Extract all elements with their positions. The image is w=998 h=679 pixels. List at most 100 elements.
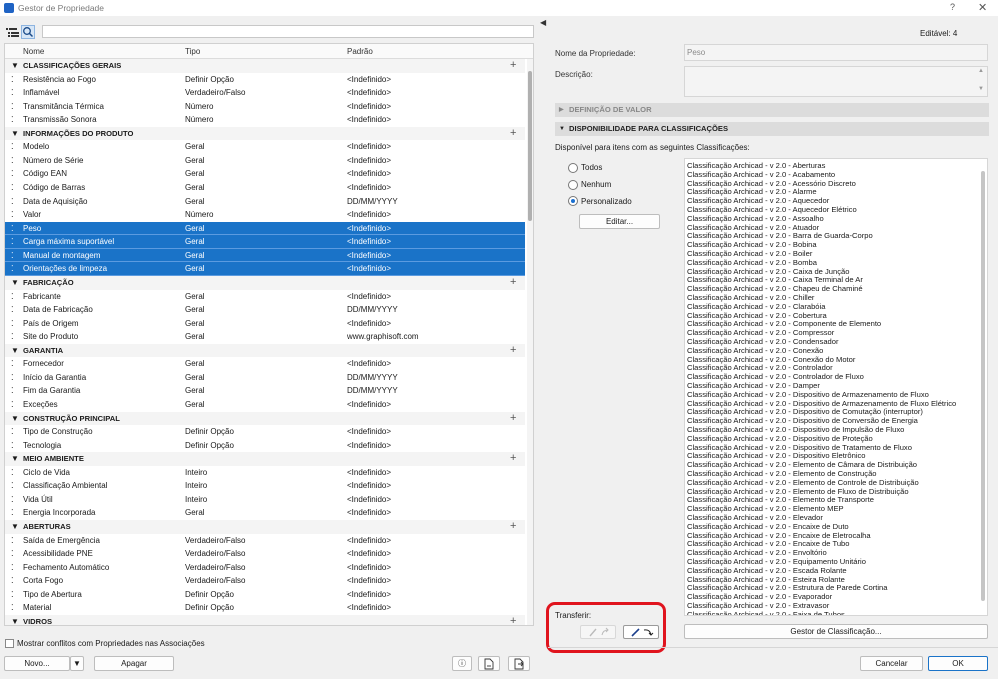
table-row[interactable]: ⁚ Início da Garantia Geral DD/MM/YYYY	[5, 371, 525, 385]
table-row[interactable]: ⁚ Tipo de Abertura Definir Opção <Indefinid…	[5, 588, 525, 602]
drag-handle-icon[interactable]: ⁚	[11, 371, 17, 385]
radio-none[interactable]	[568, 180, 578, 190]
table-row[interactable]: ⁚ Corta Fogo Verdadeiro/Falso <Indefinido>	[5, 574, 525, 588]
drag-handle-icon[interactable]: ⁚	[11, 588, 17, 602]
column-header-default[interactable]: Padrão	[347, 47, 373, 56]
add-property-icon[interactable]: +	[510, 615, 516, 625]
add-property-icon[interactable]: +	[510, 452, 516, 466]
group-collapse-icon[interactable]: ▼	[11, 276, 19, 290]
drag-handle-icon[interactable]: ⁚	[11, 303, 17, 317]
table-row[interactable]: ⁚ Acessibilidade PNE Verdadeiro/Falso <Inde…	[5, 547, 525, 561]
group-collapse-icon[interactable]: ▼	[11, 520, 19, 534]
group-collapse-icon[interactable]: ▼	[11, 59, 19, 73]
drag-handle-icon[interactable]: ⁚	[11, 384, 17, 398]
drag-handle-icon[interactable]: ⁚	[11, 479, 17, 493]
drag-handle-icon[interactable]: ⁚	[11, 506, 17, 520]
table-row[interactable]: ⁚ Exceções Geral <Indefinido>	[5, 398, 525, 412]
drag-handle-icon[interactable]: ⁚	[11, 574, 17, 588]
new-property-dropdown[interactable]: ▼	[70, 656, 84, 671]
collapse-arrow-icon[interactable]: ◀	[540, 18, 546, 27]
group-row[interactable]: ▼ GARANTIA +	[5, 343, 525, 358]
description-field[interactable]	[684, 66, 988, 97]
search-toggle-button[interactable]	[21, 25, 35, 39]
add-property-icon[interactable]: +	[510, 59, 516, 73]
classification-list[interactable]: Classificação Archicad - v 2.0 - Abertur…	[684, 158, 988, 616]
table-row[interactable]: ⁚ Ciclo de Vida Inteiro <Indefinido>	[5, 466, 525, 480]
tree-view-icon[interactable]	[6, 27, 20, 38]
drag-handle-icon[interactable]: ⁚	[11, 398, 17, 412]
ok-button[interactable]: OK	[928, 656, 988, 671]
table-row[interactable]: ⁚ Inflamável Verdadeiro/Falso <Indefinido>	[5, 86, 525, 100]
table-row[interactable]: ⁚ Resistência ao Fogo Definir Opção <Indefi…	[5, 73, 525, 87]
show-conflicts-checkbox[interactable]	[5, 639, 14, 648]
import-button[interactable]	[508, 656, 530, 671]
group-collapse-icon[interactable]: ▼	[11, 615, 19, 625]
drag-handle-icon[interactable]: ⁚	[11, 534, 17, 548]
drag-handle-icon[interactable]: ⁚	[11, 208, 17, 222]
drag-handle-icon[interactable]: ⁚	[11, 222, 17, 236]
scroll-down-icon[interactable]: ▼	[978, 86, 984, 92]
drag-handle-icon[interactable]: ⁚	[11, 290, 17, 304]
group-row[interactable]: ▼ CLASSIFICAÇÕES GERAIS +	[5, 59, 525, 73]
table-row[interactable]: ⁚ Transmissão Sonora Número <Indefinido>	[5, 113, 525, 127]
table-row[interactable]: ⁚ Site do Produto Geral www.graphisoft.com	[5, 330, 525, 344]
table-row[interactable]: ⁚ Fim da Garantia Geral DD/MM/YYYY	[5, 384, 525, 398]
drag-handle-icon[interactable]: ⁚	[11, 466, 17, 480]
table-row[interactable]: ⁚ Transmitância Térmica Número <Indefinido>	[5, 100, 525, 114]
info-button[interactable]: ⓘ	[452, 656, 472, 671]
radio-all[interactable]	[568, 163, 578, 173]
table-row[interactable]: ⁚ Vida Útil Inteiro <Indefinido>	[5, 493, 525, 507]
drag-handle-icon[interactable]: ⁚	[11, 113, 17, 127]
table-row[interactable]: ⁚ País de Origem Geral <Indefinido>	[5, 317, 525, 331]
drag-handle-icon[interactable]: ⁚	[11, 154, 17, 168]
drag-handle-icon[interactable]: ⁚	[11, 249, 17, 263]
property-name-field[interactable]: Peso	[684, 44, 988, 61]
drag-handle-icon[interactable]: ⁚	[11, 357, 17, 371]
classification-scrollbar[interactable]	[981, 171, 985, 601]
table-row[interactable]: ⁚ Modelo Geral <Indefinido>	[5, 140, 525, 154]
group-row[interactable]: ▼ MEIO AMBIENTE +	[5, 452, 525, 466]
drag-handle-icon[interactable]: ⁚	[11, 439, 17, 453]
scroll-up-icon[interactable]: ▲	[978, 68, 984, 74]
table-row[interactable]: ⁚ Número de Série Geral <Indefinido>	[5, 154, 525, 168]
table-row[interactable]: ⁚ Valor Número <Indefinido>	[5, 208, 525, 222]
drag-handle-icon[interactable]: ⁚	[11, 140, 17, 154]
drag-handle-icon[interactable]: ⁚	[11, 167, 17, 181]
classification-manager-button[interactable]: Gestor de Classificação...	[684, 624, 988, 639]
column-header-type[interactable]: Tipo	[185, 47, 200, 56]
table-row[interactable]: ⁚ Peso Geral <Indefinido>	[5, 221, 525, 236]
add-property-icon[interactable]: +	[510, 344, 516, 358]
drag-handle-icon[interactable]: ⁚	[11, 317, 17, 331]
help-button[interactable]: ?	[950, 2, 955, 12]
drag-handle-icon[interactable]: ⁚	[11, 86, 17, 100]
table-row[interactable]: ⁚ Fabricante Geral <Indefinido>	[5, 290, 525, 304]
export-button[interactable]	[478, 656, 500, 671]
table-row[interactable]: ⁚ Data de Fabricação Geral DD/MM/YYYY	[5, 303, 525, 317]
drag-handle-icon[interactable]: ⁚	[11, 547, 17, 561]
table-row[interactable]: ⁚ Data de Aquisição Geral DD/MM/YYYY	[5, 195, 525, 209]
table-row[interactable]: ⁚ Saída de Emergência Verdadeiro/Falso <Ind…	[5, 534, 525, 548]
new-property-button[interactable]: Novo...	[4, 656, 70, 671]
table-row[interactable]: ⁚ Código EAN Geral <Indefinido>	[5, 167, 525, 181]
classification-item[interactable]: Classificação Archicad - v 2.0 - Faixa d…	[687, 610, 845, 615]
group-collapse-icon[interactable]: ▼	[11, 127, 19, 141]
radio-all-label[interactable]: Todos	[581, 163, 602, 172]
group-row[interactable]: ▼ VIDROS +	[5, 614, 525, 625]
group-collapse-icon[interactable]: ▼	[11, 452, 19, 466]
table-row[interactable]: ⁚ Carga máxima suportável Geral <Indefinido…	[5, 235, 525, 249]
drag-handle-icon[interactable]: ⁚	[11, 181, 17, 195]
delete-button[interactable]: Apagar	[94, 656, 174, 671]
table-row[interactable]: ⁚ Código de Barras Geral <Indefinido>	[5, 181, 525, 195]
table-scrollbar[interactable]	[527, 59, 533, 625]
table-row[interactable]: ⁚ Energia Incorporada Geral <Indefinido>	[5, 506, 525, 520]
table-row[interactable]: ⁚ Fechamento Automático Verdadeiro/Falso <I…	[5, 561, 525, 575]
value-definition-section[interactable]: ▶ DEFINIÇÃO DE VALOR	[555, 103, 989, 117]
add-property-icon[interactable]: +	[510, 412, 516, 426]
table-row[interactable]: ⁚ Fornecedor Geral <Indefinido>	[5, 357, 525, 371]
add-property-icon[interactable]: +	[510, 127, 516, 141]
add-property-icon[interactable]: +	[510, 520, 516, 534]
drag-handle-icon[interactable]: ⁚	[11, 195, 17, 209]
drag-handle-icon[interactable]: ⁚	[11, 262, 17, 276]
drag-handle-icon[interactable]: ⁚	[11, 235, 17, 249]
group-row[interactable]: ▼ FABRICAÇÃO +	[5, 275, 525, 290]
